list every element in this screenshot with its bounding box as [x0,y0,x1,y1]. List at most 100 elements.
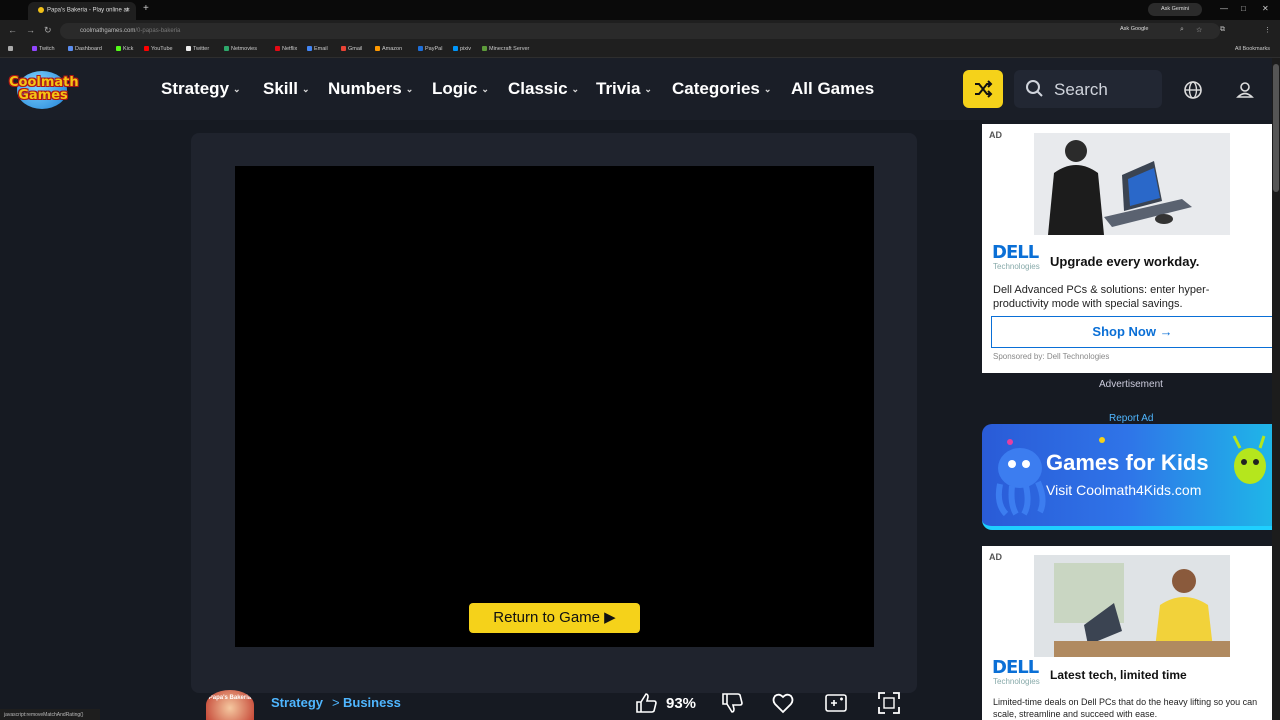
chevron-down-icon: ⌄ [763,84,772,94]
language-globe-icon[interactable] [1180,77,1206,103]
ad-body: Limited-time deals on Dell PCs that do t… [993,697,1258,719]
search-icon [1026,80,1043,97]
nav-numbers[interactable]: Numbers ⌄ [328,79,413,99]
bookmark-item[interactable]: Twitter [186,46,209,52]
logo-text-line2: Games [18,88,68,103]
dell-ad-2[interactable]: AD DELL Technologies Latest tech, limite… [982,546,1272,720]
bookmark-item[interactable]: Netmovies [224,46,257,52]
game-canvas[interactable] [235,166,874,647]
kids-banner-subtitle: Visit Coolmath4Kids.com [1046,482,1202,498]
game-thumbnail[interactable]: Papa's Bakeria [206,690,254,720]
scrollbar-thumb[interactable] [1273,64,1279,192]
nav-label: Numbers [328,79,402,98]
nav-classic[interactable]: Classic ⌄ [508,79,579,99]
bookmark-item[interactable]: Netflix [275,46,297,52]
new-tab-button[interactable]: + [143,3,149,14]
reload-icon[interactable]: ↻ [44,25,52,36]
nav-trivia[interactable]: Trivia ⌄ [596,79,652,99]
minimize-icon[interactable]: — [1220,4,1228,13]
games-for-kids-banner[interactable]: Games for Kids Visit Coolmath4Kids.com [982,424,1272,530]
report-ad-link[interactable]: Report Ad [1109,413,1153,424]
dell-logo: DELL [992,657,1039,678]
ask-gemini-button[interactable]: Ask Gemini [1148,3,1202,16]
bookmark-item[interactable]: YouTube [144,46,173,52]
ad-image [1034,133,1230,235]
nav-logic[interactable]: Logic ⌄ [432,79,489,99]
dell-technologies-label: Technologies [993,262,1040,271]
ad-headline: Latest tech, limited time [1050,668,1187,682]
bookmark-item[interactable]: Dashboard [68,46,102,52]
ad-image [1034,555,1230,657]
breadcrumb-subcategory[interactable]: Business [343,695,401,710]
forward-icon[interactable]: → [26,25,35,35]
extensions-icon[interactable]: ⧉ [1220,26,1225,34]
browser-tab-bar: Papa's Bakeria - Play online at × + Ask … [0,0,1280,20]
search-placeholder: Search [1054,80,1108,99]
bookmark-item[interactable]: Email [307,46,328,52]
search-input[interactable]: Search [1014,70,1162,108]
return-to-game-button[interactable]: Return to Game ▶ [469,603,640,633]
account-icon[interactable] [1232,77,1258,103]
nav-skill[interactable]: Skill ⌄ [263,79,310,99]
nav-label: Categories [672,79,760,98]
close-tab-icon[interactable]: × [126,7,130,14]
nav-label: Strategy [161,79,230,98]
shop-now-button[interactable]: Shop Now → [991,316,1274,348]
tab-title: Papa's Bakeria - Play online at [47,7,129,14]
kids-banner-title: Games for Kids [1046,450,1209,475]
ad-tag: AD [989,130,1002,140]
ad-tag: AD [989,552,1002,562]
chevron-down-icon: ⌄ [571,84,580,94]
breadcrumb-separator: > [332,695,340,710]
chevron-down-icon: ⌄ [301,84,310,94]
random-game-button[interactable] [963,70,1003,108]
bookmark-item[interactable]: Minecraft Server [482,46,529,52]
bookmark-item[interactable]: pixiv [453,46,471,52]
heart-favorite-icon[interactable] [770,690,796,716]
bookmark-item[interactable]: Kick [116,46,133,52]
url-field[interactable]: coolmathgames.com/0-papas-bakeria [60,23,1220,39]
nav-categories[interactable]: Categories ⌄ [672,79,771,99]
nav-strategy[interactable]: Strategy ⌄ [161,79,241,99]
dell-logo: DELL [992,242,1039,263]
browser-tab[interactable]: Papa's Bakeria - Play online at × [28,2,136,20]
site-favicon-icon [38,7,44,13]
apps-icon[interactable] [8,46,15,52]
like-percentage: 93% [666,695,697,712]
fullscreen-icon[interactable] [876,690,902,716]
add-game-icon[interactable] [823,690,849,716]
nav-label: Classic [508,79,568,98]
maximize-icon[interactable]: □ [1241,4,1246,13]
game-thumbnail-label: Papa's Bakeria [208,695,252,701]
back-icon[interactable]: ← [8,25,17,35]
coolmath-logo[interactable]: Coolmath Games [9,71,79,109]
bookmark-item[interactable]: PayPal [418,46,442,52]
status-bar-url: javascript:removeMatchAndRating() [0,709,100,720]
bookmark-item[interactable]: Gmail [341,46,362,52]
close-window-icon[interactable]: ✕ [1262,4,1269,13]
kids-banner-art [995,435,1266,517]
bookmarks-bar: Twitch Dashboard Kick YouTube Twitter Ne… [0,42,1280,58]
chevron-down-icon: ⌄ [481,84,489,94]
nav-label: Skill [263,79,298,98]
zoom-icon[interactable]: ⌕ [1180,26,1184,34]
ad-sponsor: Sponsored by: Dell Technologies [993,352,1110,361]
breadcrumb-category[interactable]: Strategy [271,695,323,710]
bookmark-star-icon[interactable]: ☆ [1196,26,1202,34]
dell-ad-1[interactable]: AD DELL Technologies Upgrade every workd… [982,124,1274,373]
thumbs-up-icon[interactable] [633,690,659,716]
shuffle-icon [975,80,993,98]
all-bookmarks-button[interactable]: All Bookmarks [1235,46,1270,52]
ask-google-button[interactable]: Ask Google [1120,26,1148,32]
address-bar-row: ← → ↻ coolmathgames.com/0-papas-bakeria … [0,20,1280,42]
url-domain: coolmathgames.com [80,28,136,34]
thumbs-down-icon[interactable] [719,690,745,716]
bookmark-item[interactable]: Amazon [375,46,402,52]
advertisement-label: Advertisement [1099,379,1163,390]
menu-icon[interactable]: ⋮ [1264,26,1271,34]
chevron-down-icon: ⌄ [644,84,652,94]
dell-technologies-label: Technologies [993,677,1040,686]
chevron-down-icon: ⌄ [405,84,414,94]
nav-all-games[interactable]: All Games [791,79,874,99]
bookmark-item[interactable]: Twitch [32,46,55,52]
